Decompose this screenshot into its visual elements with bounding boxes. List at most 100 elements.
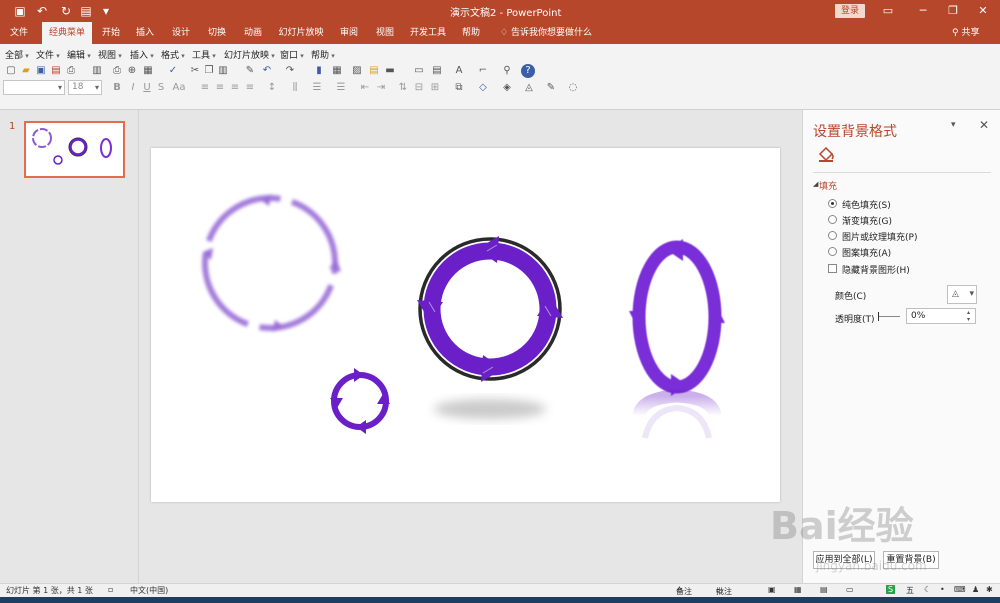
font-size-combo[interactable]: 18 bbox=[68, 80, 102, 95]
small-arrow-ring[interactable] bbox=[330, 368, 390, 434]
columns-icon[interactable]: ⫼ bbox=[288, 81, 302, 95]
normal-view-icon[interactable]: ▣ bbox=[768, 585, 776, 594]
find-icon[interactable]: ⚲ bbox=[500, 64, 514, 78]
cut-icon[interactable]: ✂ bbox=[188, 64, 202, 78]
redo-icon[interactable]: ↻ bbox=[58, 3, 74, 19]
close-icon[interactable]: ✕ bbox=[975, 3, 991, 19]
menu-window[interactable]: 窗口 bbox=[280, 48, 304, 61]
save-icon[interactable]: ▣ bbox=[12, 3, 28, 19]
underline-icon[interactable]: U bbox=[140, 81, 154, 95]
tab-file[interactable]: 文件 bbox=[0, 22, 38, 44]
album-icon[interactable]: ▤ bbox=[367, 64, 381, 78]
font-name-combo[interactable] bbox=[3, 80, 65, 95]
print-icon[interactable]: ⎙ bbox=[64, 64, 78, 78]
tab-help[interactable]: 帮助 bbox=[456, 22, 486, 44]
gradient-fill-radio[interactable] bbox=[828, 215, 837, 224]
pane-options-icon[interactable]: ▾ bbox=[951, 120, 956, 130]
menu-insert[interactable]: 插入 bbox=[130, 48, 154, 61]
pdf-icon[interactable]: ▤ bbox=[49, 64, 63, 78]
numbering-icon[interactable]: ☰ bbox=[334, 81, 348, 95]
tell-me-search[interactable]: ♢ 告诉我你想要做什么 bbox=[500, 22, 592, 44]
tab-classic-menu[interactable]: 经典菜单 bbox=[42, 22, 92, 44]
align-text-icon[interactable]: ⊟ bbox=[412, 81, 426, 95]
ime-keyboard-icon[interactable]: ⌨ bbox=[954, 585, 966, 594]
share-button[interactable]: ⚲ 共享 bbox=[952, 22, 979, 44]
increase-indent-icon[interactable]: ⇥ bbox=[374, 81, 388, 95]
align-right-icon[interactable]: ≡ bbox=[228, 81, 242, 95]
solid-fill-radio[interactable] bbox=[828, 199, 837, 208]
menu-view[interactable]: 视图 bbox=[98, 48, 122, 61]
tab-view[interactable]: 视图 bbox=[370, 22, 400, 44]
transparency-slider[interactable] bbox=[878, 312, 900, 321]
shape-outline-icon[interactable]: ✎ bbox=[544, 81, 558, 95]
oval-arrow-ring[interactable] bbox=[629, 239, 725, 396]
copy-icon[interactable]: ❐ bbox=[202, 64, 216, 78]
menu-help[interactable]: 帮助 bbox=[311, 48, 335, 61]
line-spacing-icon[interactable]: ↕ bbox=[265, 81, 279, 95]
central-arrow-ring[interactable] bbox=[417, 236, 563, 382]
menu-file[interactable]: 文件 bbox=[36, 48, 60, 61]
menu-format[interactable]: 格式 bbox=[161, 48, 185, 61]
shadow-icon[interactable]: S bbox=[154, 81, 168, 95]
menu-tools[interactable]: 工具 bbox=[192, 48, 216, 61]
layout-icon[interactable]: ▦ bbox=[141, 64, 155, 78]
customize-icon[interactable]: ▾ bbox=[98, 3, 114, 19]
ime-settings-icon[interactable]: ✱ bbox=[986, 585, 993, 594]
smartart-icon[interactable]: ⊞ bbox=[428, 81, 442, 95]
pane-close-icon[interactable]: ✕ bbox=[979, 118, 989, 132]
bold-icon[interactable]: B bbox=[110, 81, 124, 95]
help-icon[interactable]: ? bbox=[521, 64, 535, 78]
slideshow-view-icon[interactable]: ▭ bbox=[846, 585, 854, 594]
picture-icon[interactable]: ▨ bbox=[350, 64, 364, 78]
ime-user-icon[interactable]: ♟ bbox=[972, 585, 979, 594]
table-icon[interactable]: ▦ bbox=[330, 64, 344, 78]
undo-icon[interactable]: ↶ bbox=[260, 64, 274, 78]
menu-slideshow[interactable]: 幻灯片放映 bbox=[224, 48, 275, 61]
slide-layout-icon[interactable]: ▭ bbox=[412, 64, 426, 78]
tab-review[interactable]: 审阅 bbox=[334, 22, 364, 44]
text-direction-icon[interactable]: ⇅ bbox=[396, 81, 410, 95]
bullets-icon[interactable]: ☰ bbox=[310, 81, 324, 95]
minimize-icon[interactable]: ─ bbox=[915, 3, 931, 19]
redo-icon[interactable]: ↷ bbox=[283, 64, 297, 78]
tab-slideshow[interactable]: 幻灯片放映 bbox=[276, 22, 326, 44]
color-picker-button[interactable]: ◬ ▾ bbox=[947, 285, 977, 304]
outline-icon[interactable]: ▤ bbox=[430, 64, 444, 78]
fill-section-header[interactable]: 填充 bbox=[819, 179, 837, 192]
menu-edit[interactable]: 编辑 bbox=[67, 48, 91, 61]
save-icon[interactable]: ▣ bbox=[34, 64, 48, 78]
ribbon-display-icon[interactable]: ▭ bbox=[880, 3, 896, 19]
picture-fill-radio[interactable] bbox=[828, 231, 837, 240]
pattern-fill-radio[interactable] bbox=[828, 247, 837, 256]
language-indicator[interactable]: 中文(中国) bbox=[130, 585, 168, 596]
shape-effects-icon[interactable]: ◌ bbox=[566, 81, 580, 95]
restore-icon[interactable]: ❐ bbox=[945, 3, 961, 19]
spelling-status-icon[interactable]: ▫ bbox=[108, 585, 113, 594]
ime-punct-icon[interactable]: • bbox=[940, 585, 945, 594]
blurred-segmented-ring[interactable] bbox=[187, 180, 354, 347]
spell-check-icon[interactable]: ✓ bbox=[166, 64, 180, 78]
tab-animations[interactable]: 动画 bbox=[238, 22, 268, 44]
decrease-indent-icon[interactable]: ⇤ bbox=[358, 81, 372, 95]
collapse-arrow-icon[interactable]: ◢ bbox=[813, 180, 818, 188]
slide-thumbnail[interactable] bbox=[24, 121, 125, 178]
transparency-input[interactable]: 0% bbox=[906, 308, 976, 324]
reading-view-icon[interactable]: ▤ bbox=[820, 585, 828, 594]
open-icon[interactable]: ▰ bbox=[19, 64, 33, 78]
arrange-icon[interactable]: ⧉ bbox=[452, 81, 466, 95]
italic-icon[interactable]: I bbox=[126, 81, 140, 95]
change-case-icon[interactable]: Aa bbox=[172, 81, 186, 95]
align-center-icon[interactable]: ≡ bbox=[213, 81, 227, 95]
ime-wubi-icon[interactable]: 五 bbox=[906, 585, 914, 596]
align-left-icon[interactable]: ≡ bbox=[198, 81, 212, 95]
shapes-icon[interactable]: ◇ bbox=[476, 81, 490, 95]
menu-all[interactable]: 全部 bbox=[5, 48, 29, 61]
shape-fill-icon[interactable]: ◬ bbox=[522, 81, 536, 95]
tab-design[interactable]: 设计 bbox=[166, 22, 196, 44]
login-button[interactable]: 登录 bbox=[835, 4, 865, 18]
textbox-icon[interactable]: A bbox=[452, 64, 466, 78]
print-preview-icon[interactable]: ⎙ bbox=[110, 64, 124, 78]
paste-special-icon[interactable]: ▥ bbox=[216, 64, 230, 78]
callout-icon[interactable]: ⌐ bbox=[476, 64, 490, 78]
slide-canvas[interactable] bbox=[151, 148, 780, 502]
